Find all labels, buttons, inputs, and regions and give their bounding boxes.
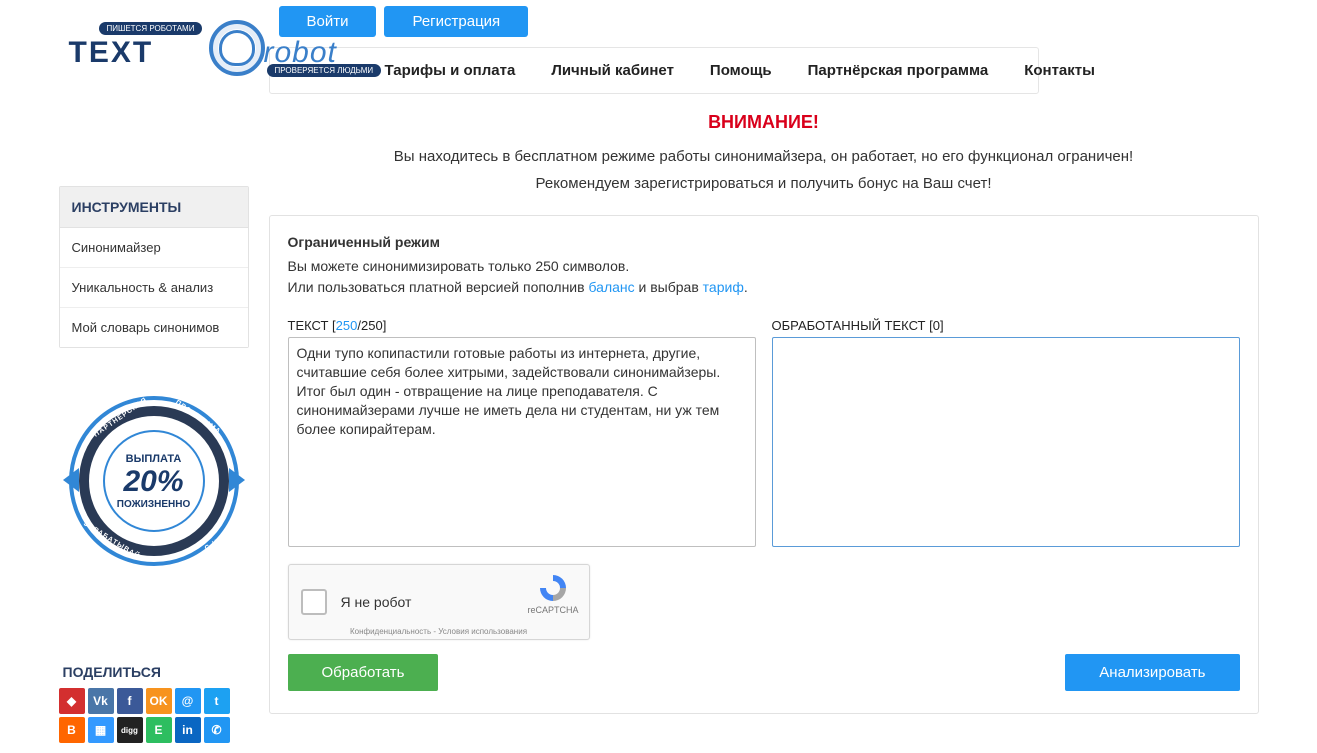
sidebar-item-dictionary[interactable]: Мой словарь синонимов xyxy=(60,308,248,347)
share-heading: ПОДЕЛИТЬСЯ xyxy=(59,656,249,688)
main-panel: Ограниченный режим Вы можете синонимизир… xyxy=(269,215,1259,714)
limit-text: Вы можете синонимизировать только 250 си… xyxy=(288,256,1240,277)
recaptcha[interactable]: Я не робот reCAPTCHA Конфиденциальность … xyxy=(288,564,590,640)
share-feed-icon[interactable]: ✆ xyxy=(204,717,230,743)
badge-line-top: ВЫПЛАТА xyxy=(126,453,182,465)
process-button[interactable]: Обработать xyxy=(288,654,439,691)
register-button[interactable]: Регистрация xyxy=(384,6,528,37)
output-label: ОБРАБОТАННЫЙ ТЕКСТ [0] xyxy=(772,318,1240,333)
tools-heading: ИНСТРУМЕНТЫ xyxy=(60,187,248,228)
recaptcha-label: Я не робот xyxy=(341,594,412,610)
input-textarea[interactable] xyxy=(288,337,756,547)
share-digg-icon[interactable]: digg xyxy=(117,717,143,743)
notice: ВНИМАНИЕ! Вы находитесь в бесплатном реж… xyxy=(269,94,1259,205)
share-twitter-icon[interactable]: t xyxy=(204,688,230,714)
recaptcha-badge: reCAPTCHA xyxy=(527,573,578,615)
nav-contacts[interactable]: Контакты xyxy=(1006,48,1113,93)
nav-partner[interactable]: Партнёрская программа xyxy=(790,48,1007,93)
logo-text-primary: TEXT xyxy=(69,36,154,70)
arrow-right-icon xyxy=(229,468,245,492)
nav-help[interactable]: Помощь xyxy=(692,48,790,93)
analyze-button[interactable]: Анализировать xyxy=(1065,654,1239,691)
share-odnoklassniki-icon[interactable]: OK xyxy=(146,688,172,714)
recaptcha-fineprint: Конфиденциальность - Условия использован… xyxy=(289,627,589,636)
tariff-link[interactable]: тариф xyxy=(703,279,744,295)
logo[interactable]: ПИШЕТСЯ РОБОТАМИ TEXT robot ПРОВЕРЯЕТСЯ … xyxy=(59,10,249,98)
arrow-left-icon xyxy=(63,468,79,492)
share-evernote-icon[interactable]: E xyxy=(146,717,172,743)
logo-tagline-top: ПИШЕТСЯ РОБОТАМИ xyxy=(99,22,203,35)
share-mailru-icon[interactable]: @ xyxy=(175,688,201,714)
notice-line: Вы находитесь в бесплатном режиме работы… xyxy=(269,143,1259,170)
limit-title: Ограниченный режим xyxy=(288,234,1240,250)
sidebar-item-uniqueness[interactable]: Уникальность & анализ xyxy=(60,268,248,308)
notice-line: Рекомендуем зарегистрироваться и получит… xyxy=(269,170,1259,197)
recaptcha-checkbox[interactable] xyxy=(301,589,327,615)
badge-line-bottom: ПОЖИЗНЕННО xyxy=(117,499,190,510)
tools-sidebar: ИНСТРУМЕНТЫ Синонимайзер Уникальность & … xyxy=(59,186,249,348)
sidebar-item-synonymizer[interactable]: Синонимайзер xyxy=(60,228,248,268)
nav-pricing[interactable]: Тарифы и оплата xyxy=(367,48,534,93)
nav-cabinet[interactable]: Личный кабинет xyxy=(533,48,692,93)
input-label: ТЕКСТ [250/250] xyxy=(288,318,756,333)
badge-percent: 20% xyxy=(123,465,183,499)
logo-tagline-bottom: ПРОВЕРЯЕТСЯ ЛЮДЬМИ xyxy=(267,64,382,77)
share-linkedin-icon[interactable]: in xyxy=(175,717,201,743)
share-blogger-icon[interactable]: B xyxy=(59,717,85,743)
share-section: ПОДЕЛИТЬСЯ ◆VkfOK@t B▦diggEin✆ xyxy=(59,656,249,743)
output-textarea[interactable] xyxy=(772,337,1240,547)
brain-icon xyxy=(209,20,265,76)
share-delicious-icon[interactable]: ▦ xyxy=(88,717,114,743)
limit-text: Или пользоваться платной версией пополни… xyxy=(288,277,1240,298)
balance-link[interactable]: баланс xyxy=(588,279,634,295)
share-bookmark-icon[interactable]: ◆ xyxy=(59,688,85,714)
share-vk-icon[interactable]: Vk xyxy=(88,688,114,714)
notice-title: ВНИМАНИЕ! xyxy=(269,112,1259,133)
partner-badge[interactable]: ПАРТНЕРСКАЯ ПРОГРАММА ЗАРАБАТЫВАЙ С НАМИ… xyxy=(69,396,239,566)
share-facebook-icon[interactable]: f xyxy=(117,688,143,714)
recaptcha-icon xyxy=(536,573,570,603)
